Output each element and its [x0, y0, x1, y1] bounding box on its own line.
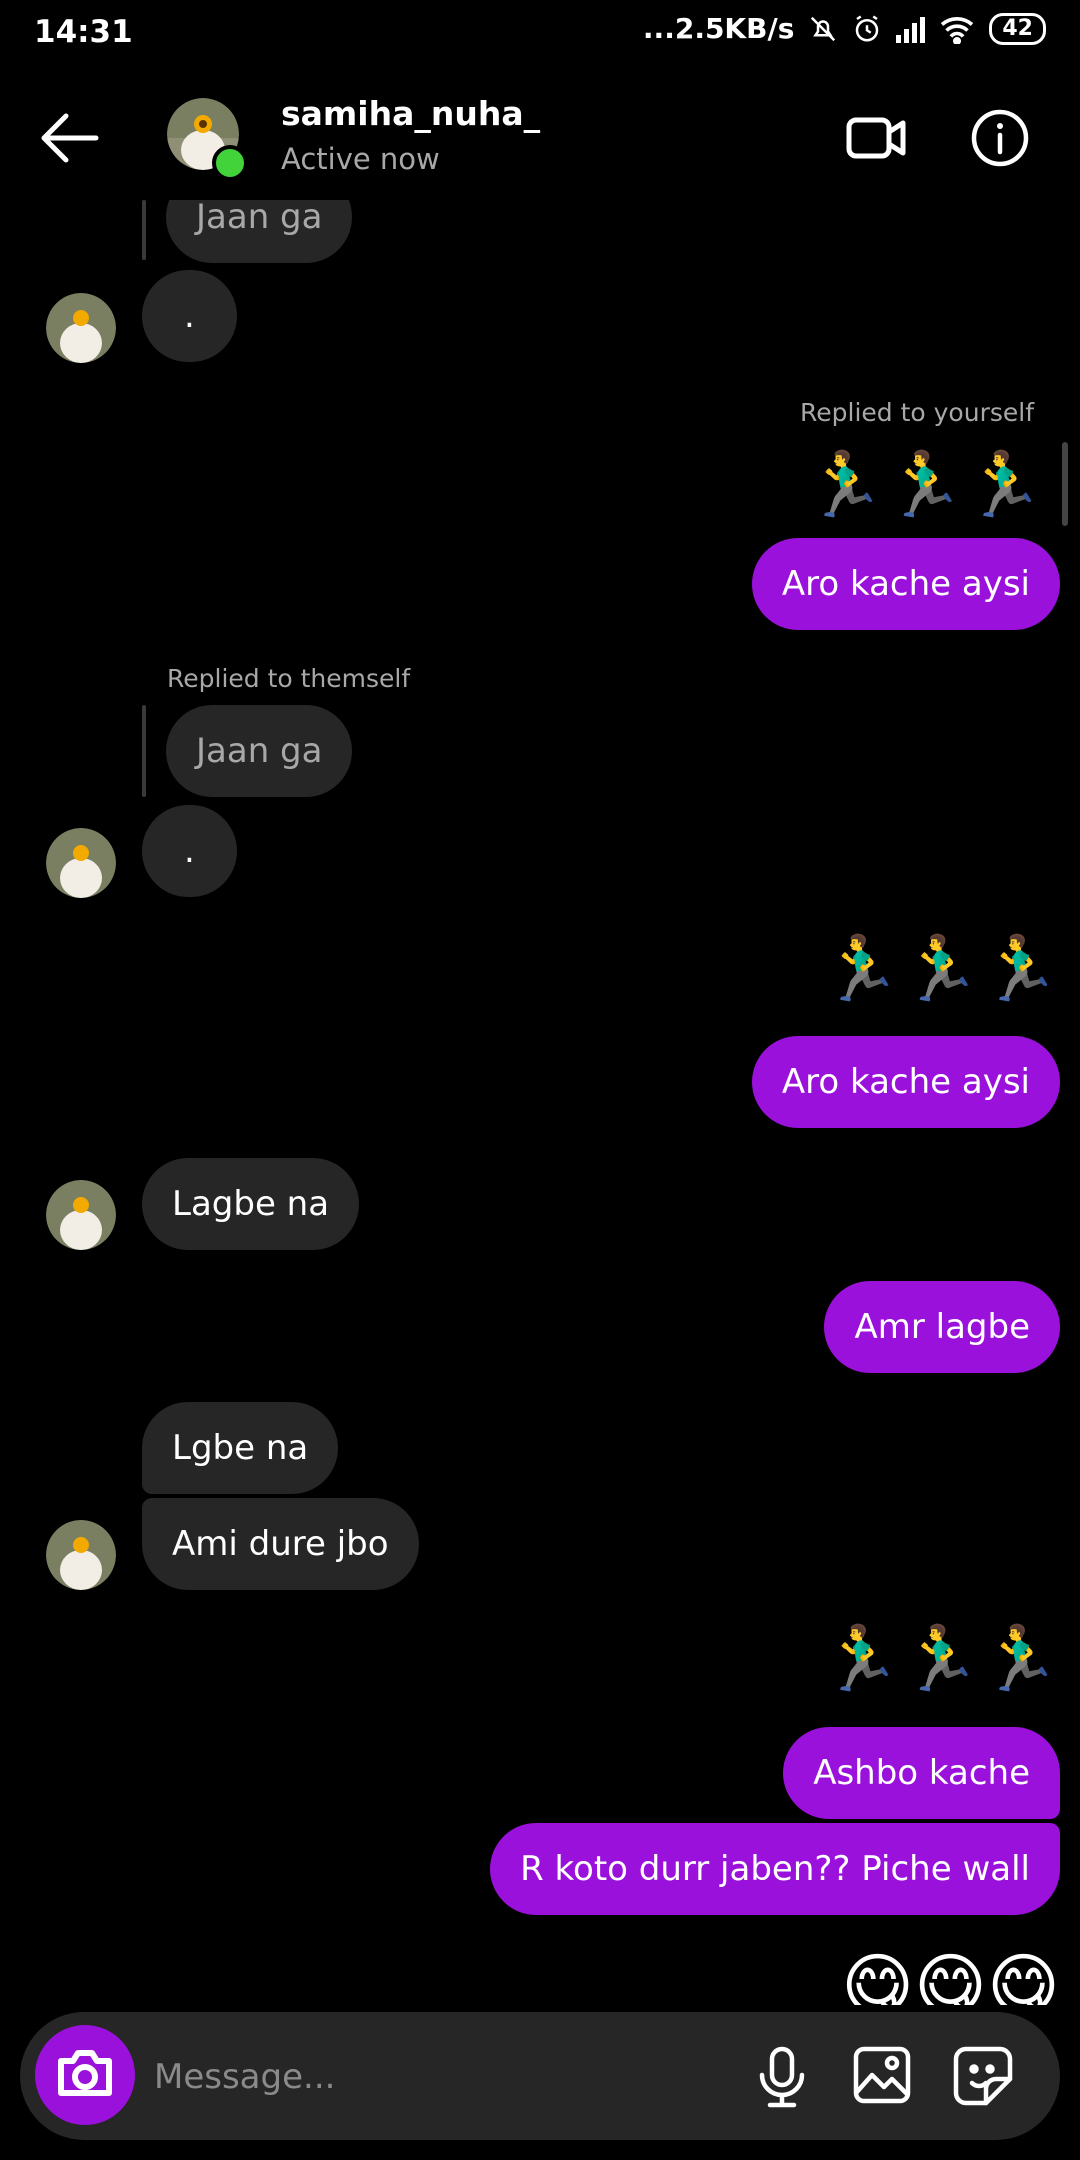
camera-icon — [58, 2050, 112, 2096]
contact-name[interactable]: samiha_nuha_ — [281, 94, 540, 133]
sticker-icon[interactable] — [952, 2045, 1014, 2107]
wifi-icon — [941, 16, 974, 44]
gallery-icon[interactable] — [852, 2045, 912, 2105]
incoming-message[interactable]: . — [142, 805, 237, 897]
reply-rail — [142, 705, 146, 797]
avatar — [46, 1180, 116, 1250]
outgoing-message[interactable]: Aro kache aysi — [751, 1036, 1060, 1128]
emoji-message[interactable]: 🏃‍♂️🏃‍♂️🏃‍♂️ — [821, 931, 1060, 1006]
net-speed: ...2.5KB/s — [642, 12, 795, 45]
back-arrow-icon[interactable] — [36, 108, 106, 168]
reply-rail — [142, 200, 146, 260]
scrollbar[interactable] — [1062, 442, 1068, 526]
outgoing-message[interactable]: Amr lagbe — [824, 1281, 1060, 1373]
incoming-message[interactable]: Lagbe na — [142, 1158, 360, 1250]
microphone-icon[interactable] — [752, 2045, 812, 2109]
outgoing-message[interactable]: Ashbo kache — [783, 1727, 1060, 1819]
quoted-message[interactable]: Jaan ga — [166, 200, 353, 263]
status-time: 14:31 — [34, 14, 133, 50]
quoted-message[interactable]: Jaan ga — [166, 705, 353, 797]
online-indicator — [212, 145, 248, 181]
camera-button[interactable] — [35, 2025, 135, 2125]
reply-context-label: Replied to themself — [167, 664, 411, 693]
signal-icon — [896, 15, 926, 43]
message-input[interactable] — [152, 2040, 716, 2114]
emoji-message[interactable]: 🏃‍♂️🏃‍♂️🏃‍♂️ — [821, 1621, 1060, 1696]
status-icons: ...2.5KB/s 42 — [643, 12, 1046, 45]
emoji-message[interactable]: 🏃‍♂️🏃‍♂️🏃‍♂️ — [805, 447, 1044, 522]
info-icon[interactable] — [970, 108, 1030, 168]
mute-bell-icon — [811, 16, 836, 41]
avatar — [46, 293, 116, 363]
alarm-icon — [856, 14, 879, 41]
battery-icon: 42 — [989, 12, 1046, 45]
message-thread[interactable]: Jaan ga . Replied to yourself 🏃‍♂️🏃‍♂️🏃‍… — [0, 200, 1080, 2005]
video-call-icon[interactable] — [845, 108, 909, 168]
avatar — [46, 828, 116, 898]
incoming-message[interactable]: . — [142, 270, 237, 362]
outgoing-message[interactable]: R koto durr jaben?? Piche wall — [490, 1823, 1060, 1915]
outgoing-message[interactable]: Aro kache aysi — [751, 538, 1060, 630]
avatar — [46, 1520, 116, 1590]
emoji-message[interactable]: 😋😋😋 — [841, 1945, 1060, 2005]
incoming-message[interactable]: Lgbe na — [142, 1402, 339, 1494]
presence-status: Active now — [281, 142, 440, 176]
incoming-message[interactable]: Ami dure jbo — [142, 1498, 419, 1590]
reply-context-label: Replied to yourself — [800, 398, 1034, 427]
